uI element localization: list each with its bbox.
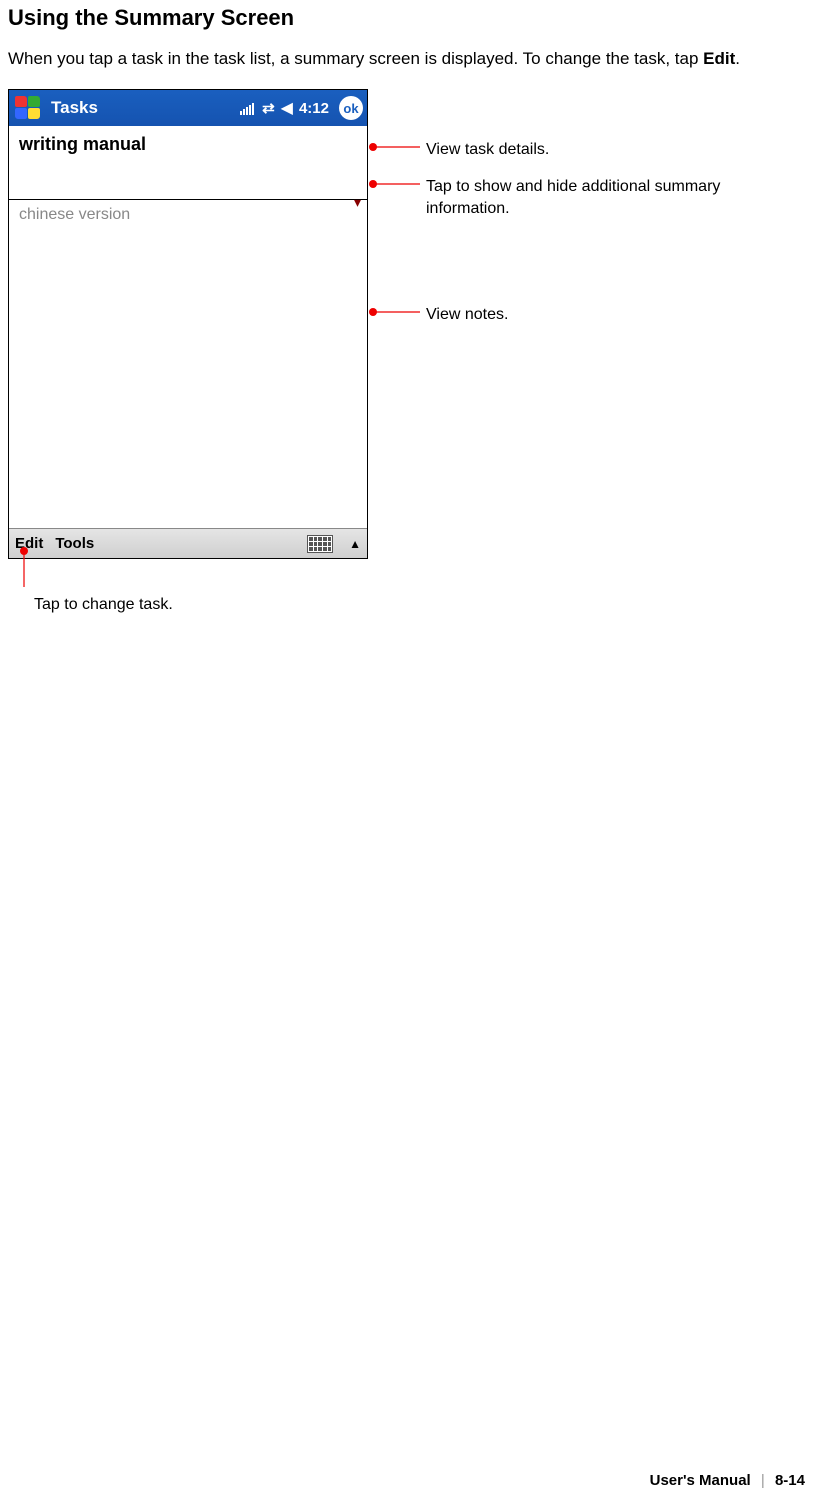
task-title[interactable]: writing manual xyxy=(9,126,367,159)
bottombar: Edit Tools ▲ xyxy=(9,528,367,558)
expand-toggle-icon[interactable]: ▾ xyxy=(354,194,361,211)
intro-text-bold: Edit xyxy=(703,49,735,68)
content-area: writing manual ▾ chinese version xyxy=(9,126,367,528)
callout-change-task: Tap to change task. xyxy=(34,594,173,616)
titlebar: Tasks ⇄ ◀ 4:12 ok xyxy=(9,90,367,126)
start-button[interactable] xyxy=(13,94,41,122)
status-icons: ⇄ ◀ 4:12 ok xyxy=(240,96,363,120)
tools-menu[interactable]: Tools xyxy=(55,535,94,552)
intro-text-post: . xyxy=(735,49,740,68)
page-footer: User's Manual | 8-14 xyxy=(650,1472,805,1489)
up-arrow-icon[interactable]: ▲ xyxy=(349,537,361,551)
notes-text[interactable]: chinese version xyxy=(9,200,367,230)
intro-paragraph: When you tap a task in the task list, a … xyxy=(8,43,809,75)
intro-text-pre: When you tap a task in the task list, a … xyxy=(8,49,703,68)
sync-icon[interactable]: ⇄ xyxy=(262,99,275,117)
speaker-icon[interactable]: ◀ xyxy=(281,98,293,118)
page-heading: Using the Summary Screen xyxy=(8,5,817,31)
callout-view-details: View task details. xyxy=(426,139,549,161)
signal-icon[interactable] xyxy=(240,101,254,115)
clock-time[interactable]: 4:12 xyxy=(299,100,329,117)
footer-page-number: 8-14 xyxy=(775,1472,805,1489)
edit-menu[interactable]: Edit xyxy=(15,535,43,552)
callout-view-notes: View notes. xyxy=(426,304,508,326)
footer-manual-label: User's Manual xyxy=(650,1472,751,1489)
callout-toggle-summary: Tap to show and hide additional summary … xyxy=(426,176,786,220)
ok-button[interactable]: ok xyxy=(339,96,363,120)
keyboard-icon[interactable] xyxy=(307,535,333,553)
footer-divider: | xyxy=(761,1472,765,1489)
titlebar-title: Tasks xyxy=(51,98,240,118)
pda-screenshot: Tasks ⇄ ◀ 4:12 ok writing manual ▾ chine… xyxy=(8,89,368,559)
